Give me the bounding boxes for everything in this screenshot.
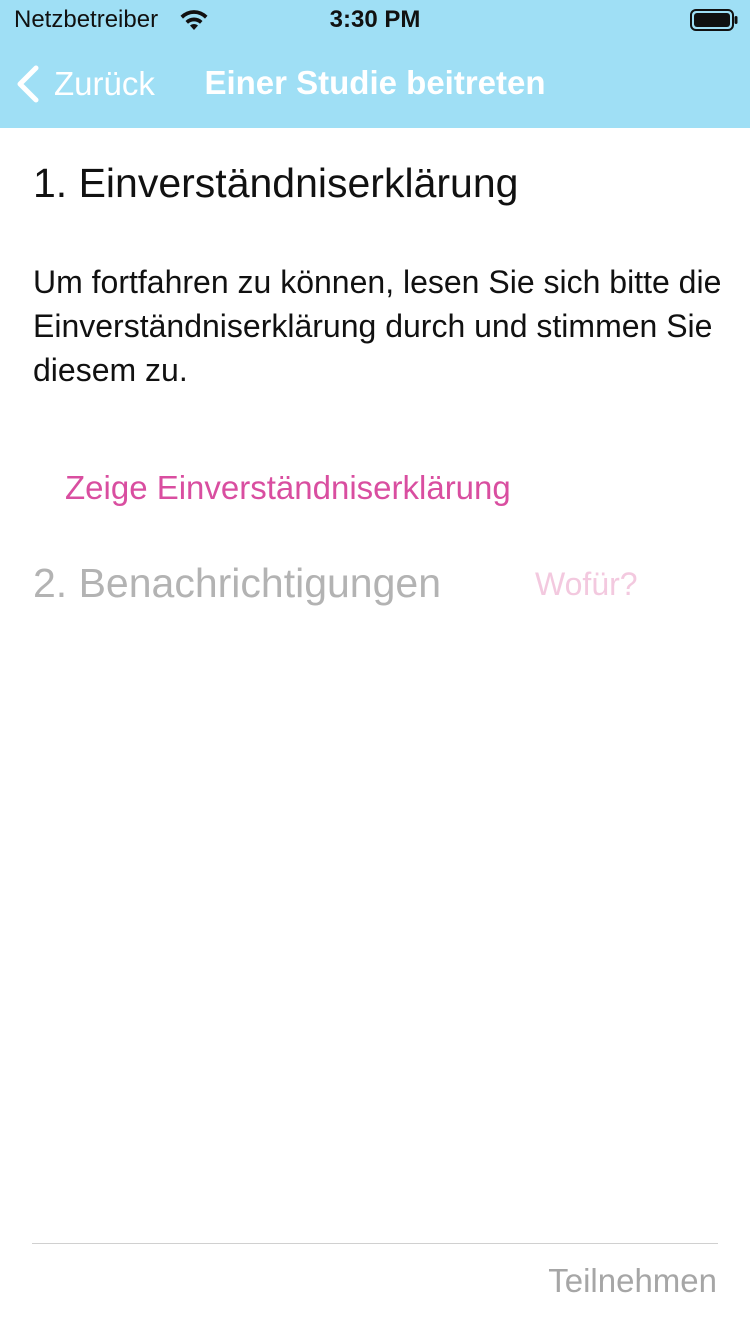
footer-divider	[32, 1243, 718, 1244]
navigation-bar: Zurück Einer Studie beitreten	[0, 40, 750, 128]
page-title: Einer Studie beitreten	[204, 64, 546, 101]
battery-full-icon	[690, 9, 738, 31]
consent-section-title: 1. Einverständniserklärung	[33, 160, 519, 206]
consent-description: Um fortfahren zu können, lesen Sie sich …	[33, 264, 722, 388]
join-button[interactable]: Teilnehmen	[548, 1262, 717, 1300]
notifications-section-title: 2. Benachrichtigungen	[33, 560, 442, 606]
status-time: 3:30 PM	[329, 6, 421, 33]
show-consent-button[interactable]: Zeige Einverständniserklärung	[65, 469, 511, 507]
status-bar: Netzbetreiber 3:30 PM	[0, 0, 750, 40]
screen: Netzbetreiber 3:30 PM Zurück Einer Studi…	[0, 0, 750, 1334]
top-bar: Netzbetreiber 3:30 PM Zurück Einer Studi…	[0, 0, 750, 128]
why-notifications-button[interactable]: Wofür?	[535, 566, 638, 603]
